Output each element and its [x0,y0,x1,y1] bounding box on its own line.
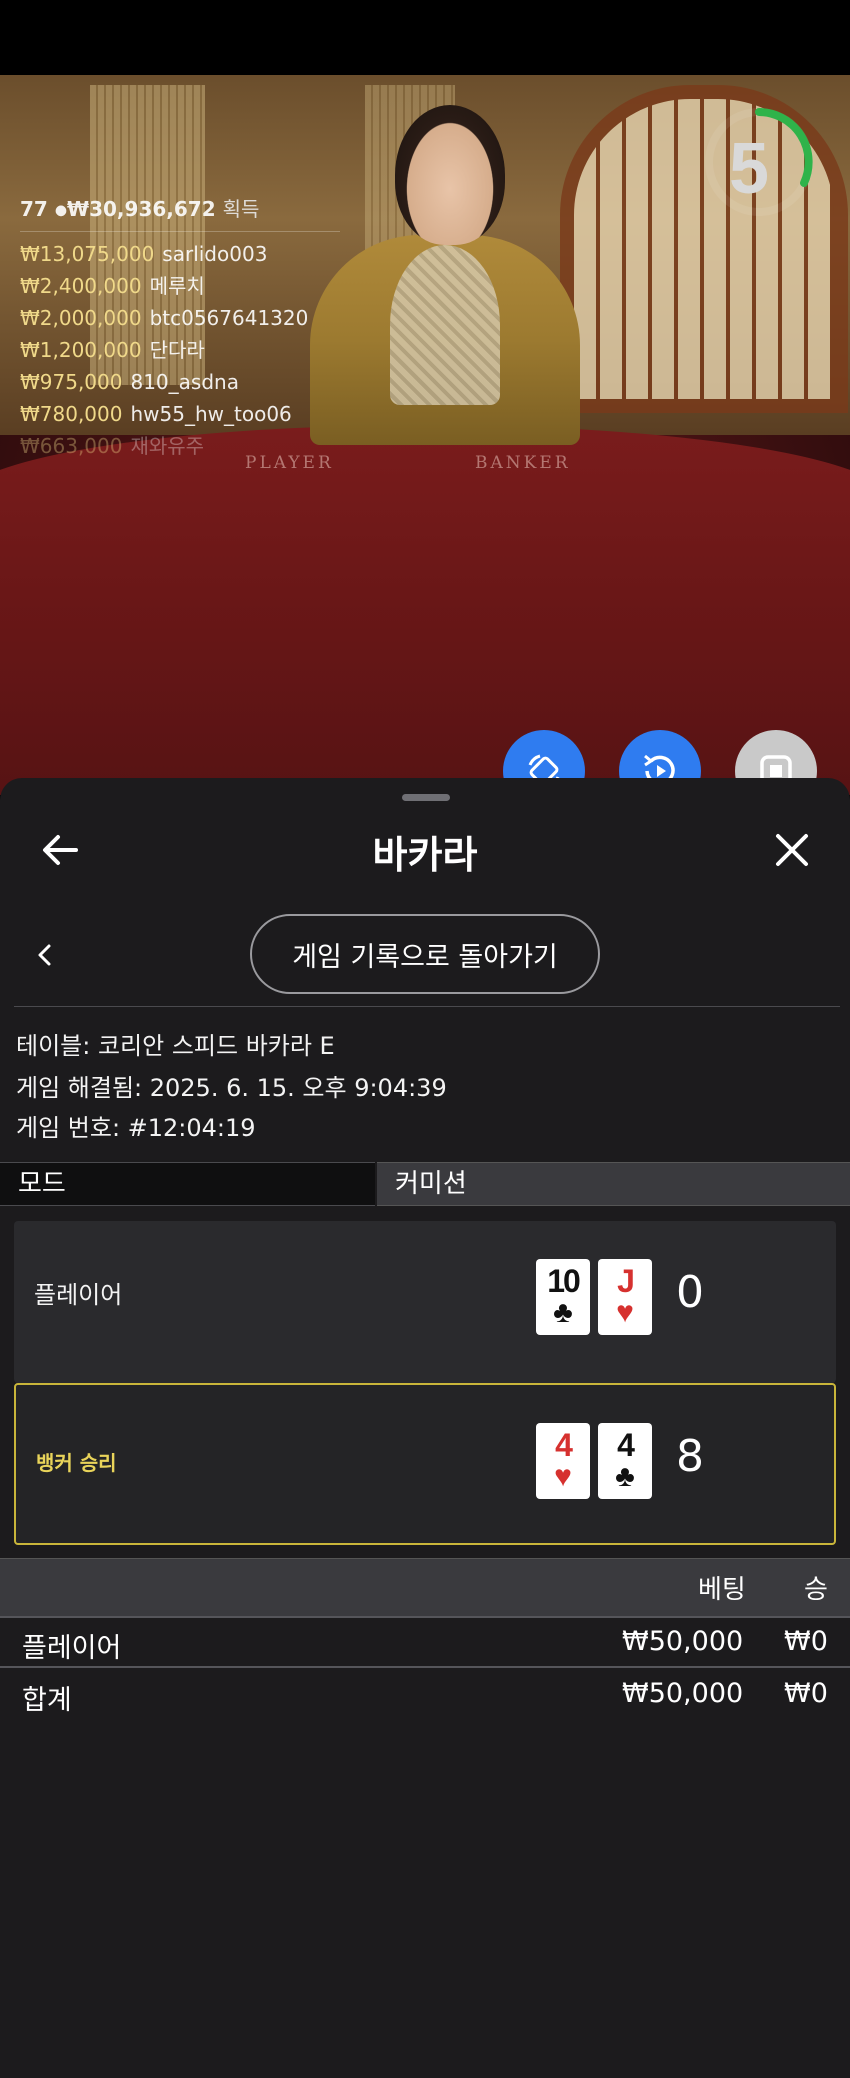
dealer-head [395,105,505,245]
playing-card: 4 ♥ [536,1423,590,1499]
app-root: PLAYER BANKER 77 ●₩30,936,672 획득 ₩13,075… [0,0,850,2078]
winner-row: ₩975,000 810_asdna [20,366,340,398]
baccarat-table [0,425,850,795]
winners-title: 획득 [222,197,260,221]
playing-card: 10 ♣ [536,1259,590,1335]
winner-row: ₩1,200,000 단다라 [20,334,340,366]
card-rank: 4 [555,1427,573,1463]
winner-name: 단다라 [149,337,205,362]
table-name: 테이블: 코리안 스피드 바카라 E [16,1032,335,1060]
hand-score: 0 [676,1267,704,1318]
club-suit-icon: ♣ [553,1296,573,1329]
table-row: 플레이어 ₩50,000 ₩0 [0,1618,850,1666]
win-amount: ₩0 [784,1678,828,1709]
winner-row: ₩13,075,000 sarlido003 [20,238,340,270]
chevron-left-icon[interactable] [30,940,60,970]
heart-suit-icon: ♥ [554,1460,572,1493]
winner-amount: ₩1,200,000 [20,337,142,362]
bets-table-header: 베팅 승 [0,1558,850,1616]
winner-amount: ₩13,075,000 [20,241,155,266]
winners-header: 77 ●₩30,936,672 획득 [20,193,340,227]
player-hand-row: 플레이어 10 ♣ J ♥ 0 [14,1221,836,1383]
bet-label: 합계 [22,1685,72,1716]
sheet-drag-handle[interactable] [402,794,450,801]
winner-amount: ₩780,000 [20,401,123,426]
winners-list: 77 ●₩30,936,672 획득 ₩13,075,000 sarlido003… [20,193,340,462]
winners-divider [20,230,340,232]
winner-name: hw55_hw_too06 [130,401,292,426]
column-header-bet: 베팅 [698,1575,746,1605]
winner-name: btc0567641320 [149,305,309,330]
user-icon: ● [54,202,68,219]
hand-label: 플레이어 [34,1281,123,1309]
winner-name: 재와유주 [130,433,205,458]
game-number: 게임 번호: #12:04:19 [16,1114,256,1142]
club-suit-icon: ♣ [615,1460,635,1493]
playing-card: J ♥ [598,1259,652,1335]
win-amount: ₩0 [784,1626,828,1657]
game-resolved-time: 게임 해결됨: 2025. 6. 15. 오후 9:04:39 [16,1074,447,1102]
playing-card: 4 ♣ [598,1423,652,1499]
winner-name: 메루치 [149,273,205,298]
card-rank: J [617,1263,635,1299]
hand-label: 뱅커 승리 [36,1451,117,1475]
table-label-banker: BANKER [475,453,571,473]
sheet-title: 바카라 [372,833,478,877]
winner-name: 810_asdna [130,369,239,394]
status-bar [0,0,850,75]
countdown-value: 5 [728,129,770,209]
row-divider [0,1666,850,1668]
winners-total: ₩30,936,672 [67,197,216,221]
bet-amount: ₩50,000 [622,1626,744,1657]
mode-row: 모드 커미션 [0,1162,850,1206]
divider [14,1006,840,1007]
winner-amount: ₩2,400,000 [20,273,142,298]
mode-label: 모드 [0,1162,375,1206]
heart-suit-icon: ♥ [616,1296,634,1329]
winner-amount: ₩2,000,000 [20,305,142,330]
mode-value: 커미션 [377,1162,850,1206]
winner-row: ₩2,000,000 btc0567641320 [20,302,340,334]
winner-amount: ₩663,000 [20,433,123,458]
hand-score: 8 [676,1431,704,1482]
table-row: 합계 ₩50,000 ₩0 [0,1670,850,1718]
winner-row: ₩2,400,000 메루치 [20,270,340,302]
dealer-figure [310,235,580,445]
winner-amount: ₩975,000 [20,369,123,394]
winner-name: sarlido003 [162,241,268,266]
column-header-win: 승 [804,1575,828,1605]
winner-row: ₩780,000 hw55_hw_too06 [20,398,340,430]
card-rank: 4 [617,1427,635,1463]
banker-hand-row: 뱅커 승리 4 ♥ 4 ♣ 8 [14,1383,836,1545]
back-to-history-button[interactable]: 게임 기록으로 돌아가기 [250,914,600,994]
bet-amount: ₩50,000 [622,1678,744,1709]
winner-row: ₩663,000 재와유주 [20,430,340,462]
game-detail-sheet: 바카라 게임 기록으로 돌아가기 테이블: 코리안 스피드 바카라 E 게임 해… [0,778,850,2078]
close-button[interactable] [770,828,814,872]
bet-label: 플레이어 [22,1633,122,1664]
winners-count: 77 [20,197,48,221]
card-rank: 10 [547,1263,581,1299]
